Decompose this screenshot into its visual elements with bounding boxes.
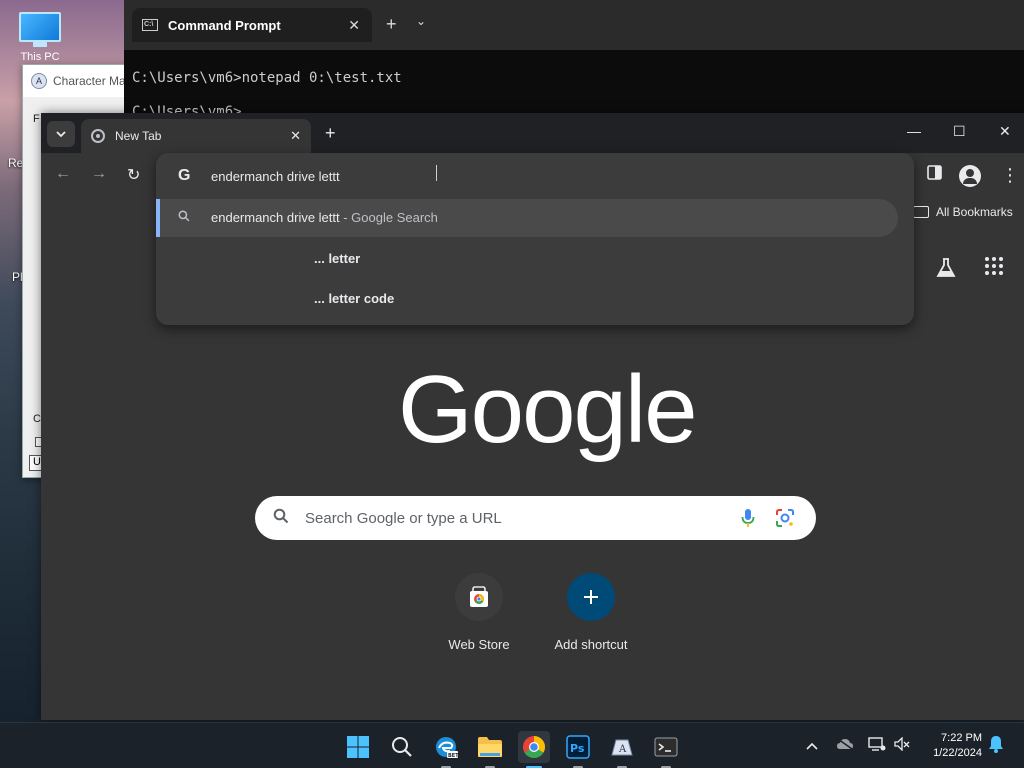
terminal-tab-title: Command Prompt — [168, 17, 281, 33]
chrome-favicon-icon — [91, 129, 105, 143]
microphone-icon[interactable] — [741, 508, 755, 533]
omnibox-input[interactable]: endermanch drive lettt — [211, 169, 340, 184]
back-button[interactable]: ← — [55, 165, 71, 183]
tab-search-button[interactable] — [47, 121, 75, 147]
edge-beta-icon: BETA — [436, 737, 458, 759]
this-pc-desktop-icon[interactable]: This PC — [14, 12, 66, 63]
all-bookmarks-button[interactable]: All Bookmarks — [913, 205, 1013, 219]
desktop-icon-label: This PC — [20, 51, 60, 63]
shortcut-label: Add shortcut — [554, 637, 628, 652]
character-map-icon: A — [611, 739, 633, 756]
command-prompt-icon: C:\ — [142, 19, 158, 31]
folder-icon — [478, 737, 502, 757]
network-icon[interactable] — [868, 737, 886, 754]
shortcut-label: Web Store — [448, 637, 510, 652]
show-hidden-icons-chevron-up-icon[interactable] — [806, 737, 818, 753]
omnibox-suggestion[interactable]: endermanch drive lettt - Google Search — [156, 199, 898, 237]
chrome-labs-flask-icon[interactable] — [935, 257, 957, 285]
photoshop-icon: Ps — [566, 735, 590, 759]
terminal-icon — [654, 737, 678, 757]
add-shortcut-button[interactable]: Add shortcut — [541, 573, 641, 652]
folder-icon — [913, 206, 929, 218]
clock-time: 7:22 PM — [941, 732, 982, 744]
monitor-icon — [19, 12, 61, 42]
start-button[interactable] — [342, 731, 374, 763]
tab-new-tab[interactable]: New Tab ✕ — [81, 119, 311, 153]
svg-text:BETA: BETA — [448, 753, 458, 759]
notification-bell-icon[interactable] — [988, 735, 1004, 756]
tab-title: New Tab — [115, 129, 162, 143]
profile-avatar-icon[interactable] — [959, 165, 981, 187]
character-map-title: Character Ma — [53, 74, 126, 88]
tab-close-icon[interactable]: ✕ — [290, 128, 301, 144]
character-map-icon: A — [31, 73, 47, 89]
forward-button[interactable]: → — [91, 165, 107, 183]
onedrive-cloud-icon[interactable] — [836, 737, 854, 753]
ntp-search-box[interactable] — [255, 496, 816, 540]
chrome-icon — [523, 736, 545, 758]
taskbar: BETA Ps A 7:22 PM 1/22/2024 — [0, 722, 1024, 768]
google-lens-icon[interactable] — [775, 508, 795, 533]
close-button[interactable]: ✕ — [999, 123, 1011, 140]
new-tab-button[interactable]: + — [325, 123, 336, 144]
suggestion-text: endermanch drive lettt — [211, 210, 340, 225]
search-icon — [273, 508, 289, 529]
terminal-new-tab-button[interactable]: + — [386, 14, 397, 35]
clock-date: 1/22/2024 — [933, 747, 982, 759]
taskbar-terminal[interactable] — [650, 731, 682, 768]
taskbar-photoshop[interactable]: Ps — [562, 731, 594, 768]
suggestion-subtext: - Google Search — [339, 210, 438, 225]
web-store-icon — [455, 573, 503, 621]
taskbar-chrome[interactable] — [518, 731, 550, 768]
text-cursor — [436, 165, 437, 181]
google-apps-icon[interactable] — [985, 257, 1003, 275]
terminal-tab[interactable]: C:\ Command Prompt ✕ — [132, 8, 372, 42]
plus-icon — [567, 573, 615, 621]
terminal-tabbar: C:\ Command Prompt ✕ + ⌄ — [124, 0, 1024, 50]
chrome-menu-icon[interactable]: ⋮ — [1001, 165, 1019, 186]
search-icon — [392, 737, 412, 757]
chevron-down-icon — [56, 130, 66, 137]
minimize-button[interactable]: — — [907, 123, 921, 139]
taskbar-character-map[interactable]: A — [606, 731, 638, 768]
omnibox-dropdown[interactable]: G endermanch drive lettt endermanch driv… — [156, 153, 914, 325]
terminal-line: C:\Users\vm6>notepad 0:\test.txt — [132, 70, 402, 86]
character-map-font-label: F — [33, 113, 40, 125]
taskbar-search-button[interactable] — [386, 731, 418, 763]
ntp-search-input[interactable] — [305, 504, 725, 532]
svg-text:A: A — [618, 744, 627, 755]
chrome-window[interactable]: New Tab ✕ + — ☐ ✕ ← → ↻ ⋮ All Bookmarks … — [41, 113, 1024, 720]
search-icon — [178, 210, 190, 225]
omnibox-suggestion[interactable]: ... letter — [314, 251, 360, 266]
shortcut-web-store[interactable]: Web Store — [429, 573, 529, 652]
windows-logo-icon — [347, 736, 369, 758]
chrome-titlebar[interactable]: New Tab ✕ + — ☐ ✕ — [41, 113, 1024, 153]
terminal-dropdown-icon[interactable]: ⌄ — [416, 14, 426, 28]
terminal-tab-close-icon[interactable]: ✕ — [348, 17, 360, 34]
google-logo: Google — [398, 356, 698, 463]
volume-muted-icon[interactable] — [894, 736, 910, 754]
google-g-icon: G — [178, 167, 191, 184]
reload-button[interactable]: ↻ — [127, 165, 140, 185]
maximize-button[interactable]: ☐ — [953, 123, 966, 140]
taskbar-file-explorer[interactable] — [474, 731, 506, 768]
all-bookmarks-label: All Bookmarks — [936, 205, 1013, 219]
taskbar-clock[interactable]: 7:22 PM 1/22/2024 — [918, 731, 982, 761]
taskbar-edge-beta[interactable]: BETA — [430, 731, 462, 768]
character-map-charset-label: C — [33, 413, 41, 425]
svg-text:Ps: Ps — [570, 742, 585, 755]
side-panel-icon[interactable] — [927, 165, 942, 185]
omnibox-suggestion[interactable]: ... letter code — [314, 291, 394, 306]
